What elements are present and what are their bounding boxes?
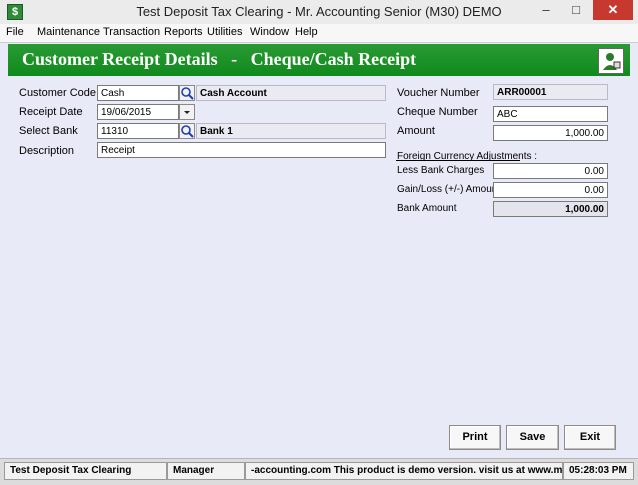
chevron-down-icon[interactable] — [179, 104, 195, 120]
gain-loss-field[interactable]: 0.00 — [493, 182, 608, 198]
print-button[interactable]: Print — [449, 425, 501, 450]
menu-window[interactable]: Window — [250, 26, 289, 38]
voucher-number-display: ARR00001 — [493, 84, 608, 100]
receipt-date-field[interactable]: 19/06/2015 — [97, 104, 179, 120]
less-bank-charges-label: Less Bank Charges — [397, 165, 485, 176]
form-header: Customer Receipt Details - Cheque/Cash R… — [8, 44, 630, 76]
select-bank-label: Select Bank — [19, 125, 78, 137]
bank-name-display: Bank 1 — [196, 123, 386, 139]
search-icon[interactable] — [179, 123, 195, 139]
menu-utilities[interactable]: Utilities — [207, 26, 242, 38]
menu-help[interactable]: Help — [295, 26, 318, 38]
menu-reports[interactable]: Reports — [164, 26, 203, 38]
cheque-number-field[interactable]: ABC — [493, 106, 608, 122]
menu-maintenance[interactable]: Maintenance — [37, 26, 100, 38]
maximize-button[interactable]: □ — [562, 0, 590, 20]
status-time: 05:28:03 PM — [563, 462, 634, 480]
status-bar: Test Deposit Tax Clearing Manager -accou… — [0, 458, 638, 485]
minimize-button[interactable]: – — [532, 0, 560, 20]
amount-label: Amount — [397, 125, 435, 137]
amount-field[interactable]: 1,000.00 — [493, 125, 608, 141]
status-message: -accounting.com This product is demo ver… — [245, 462, 563, 480]
status-company: Test Deposit Tax Clearing — [4, 462, 167, 480]
menu-file[interactable]: File — [6, 26, 24, 38]
close-button[interactable]: ✕ — [593, 0, 633, 20]
bank-amount-display: 1,000.00 — [493, 201, 608, 217]
customer-code-label: Customer Code — [19, 87, 97, 99]
person-icon — [598, 48, 624, 74]
less-bank-charges-field[interactable]: 0.00 — [493, 163, 608, 179]
bank-amount-label: Bank Amount — [397, 203, 457, 214]
save-button[interactable]: Save — [506, 425, 559, 450]
select-bank-field[interactable]: 11310 — [97, 123, 179, 139]
cheque-number-label: Cheque Number — [397, 106, 478, 118]
search-icon[interactable] — [179, 85, 195, 101]
description-field[interactable]: Receipt — [97, 142, 386, 158]
voucher-number-label: Voucher Number — [397, 87, 480, 99]
gain-loss-label: Gain/Loss (+/-) Amount — [397, 184, 501, 195]
receipt-date-label: Receipt Date — [19, 106, 83, 118]
menu-transaction[interactable]: Transaction — [103, 26, 160, 38]
page-title: Customer Receipt Details - Cheque/Cash R… — [22, 49, 417, 69]
description-label: Description — [19, 145, 75, 157]
exit-button[interactable]: Exit — [564, 425, 616, 450]
menu-bar: File Maintenance Transaction Reports Uti… — [0, 24, 638, 43]
fx-heading-underline — [396, 160, 520, 161]
title-bar: $ Test Deposit Tax Clearing - Mr. Accoun… — [0, 0, 638, 24]
customer-name-display: Cash Account — [196, 85, 386, 101]
status-user: Manager — [167, 462, 245, 480]
customer-code-field[interactable]: Cash — [97, 85, 179, 101]
